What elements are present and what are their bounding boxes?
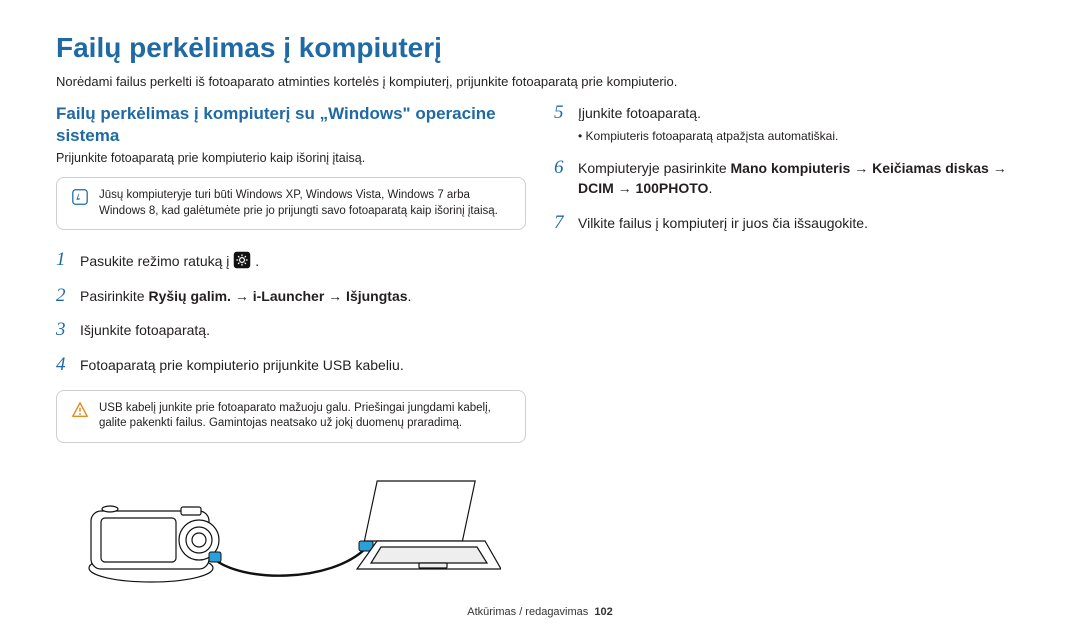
steps-right: 5 Įjunkite fotoaparatą. Kompiuteris foto… bbox=[554, 103, 1024, 233]
left-column: Failų perkėlimas į kompiuterį su „Window… bbox=[56, 103, 526, 593]
step-suffix: . bbox=[708, 180, 712, 196]
step-prefix: Pasirinkite bbox=[80, 288, 148, 304]
step-number: 3 bbox=[56, 320, 70, 339]
step-number: 1 bbox=[56, 250, 70, 269]
info-note: Jūsų kompiuteryje turi būti Windows XP, … bbox=[56, 177, 526, 230]
page-subtitle: Norėdami failus perkelti iš fotoaparato … bbox=[56, 74, 1024, 89]
step-suffix: . bbox=[408, 288, 412, 304]
right-column: 5 Įjunkite fotoaparatą. Kompiuteris foto… bbox=[554, 103, 1024, 593]
section-subtext: Prijunkite fotoaparatą prie kompiuterio … bbox=[56, 151, 526, 165]
note-icon bbox=[71, 188, 89, 206]
step-4: 4 Fotoaparatą prie kompiuterio prijunkit… bbox=[56, 355, 526, 376]
step-number: 6 bbox=[554, 158, 568, 177]
step-1: 1 Pasukite režimo ratuką į . bbox=[56, 250, 526, 272]
step-number: 2 bbox=[56, 286, 70, 305]
step-5: 5 Įjunkite fotoaparatą. Kompiuteris foto… bbox=[554, 103, 1024, 144]
step-subtext: Kompiuteris fotoaparatą atpažįsta automa… bbox=[578, 128, 1024, 145]
illustration bbox=[56, 463, 526, 593]
section-heading: Failų perkėlimas į kompiuterį su „Window… bbox=[56, 103, 526, 147]
step-number: 4 bbox=[56, 355, 70, 374]
warning-icon bbox=[71, 401, 89, 419]
step-2: 2 Pasirinkite Ryšių galim. → i-Launcher … bbox=[56, 286, 526, 307]
step-6: 6 Kompiuteryje pasirinkite Mano kompiute… bbox=[554, 158, 1024, 198]
step-text: Fotoaparatą prie kompiuterio prijunkite … bbox=[80, 355, 526, 376]
steps-left: 1 Pasukite režimo ratuką į . 2 Pasirinki… bbox=[56, 250, 526, 375]
step-7: 7 Vilkite failus į kompiuterį ir juos či… bbox=[554, 213, 1024, 234]
footer-section: Atkūrimas / redagavimas bbox=[467, 606, 588, 618]
step-text: Įjunkite fotoaparatą. bbox=[578, 105, 701, 121]
step-text: Pasukite režimo ratuką į bbox=[80, 253, 233, 269]
step-text: Vilkite failus į kompiuterį ir juos čia … bbox=[578, 213, 1024, 234]
step-text-after: . bbox=[255, 253, 259, 269]
page-number: 102 bbox=[594, 606, 612, 618]
note-text: Jūsų kompiuteryje turi būti Windows XP, … bbox=[99, 188, 511, 219]
page-footer: Atkūrimas / redagavimas 102 bbox=[0, 606, 1080, 618]
warning-note: USB kabelį junkite prie fotoaparato mažu… bbox=[56, 390, 526, 443]
step-text: Išjunkite fotoaparatą. bbox=[80, 320, 526, 341]
gear-icon bbox=[233, 251, 251, 269]
warning-text: USB kabelį junkite prie fotoaparato mažu… bbox=[99, 401, 511, 432]
step-number: 7 bbox=[554, 213, 568, 232]
page-title: Failų perkėlimas į kompiuterį bbox=[56, 32, 1024, 64]
step-prefix: Kompiuteryje pasirinkite bbox=[578, 160, 731, 176]
step-number: 5 bbox=[554, 103, 568, 122]
content-columns: Failų perkėlimas į kompiuterį su „Window… bbox=[56, 103, 1024, 593]
step-bold: Ryšių galim. → i-Launcher → Išjungtas bbox=[148, 288, 407, 304]
step-3: 3 Išjunkite fotoaparatą. bbox=[56, 320, 526, 341]
